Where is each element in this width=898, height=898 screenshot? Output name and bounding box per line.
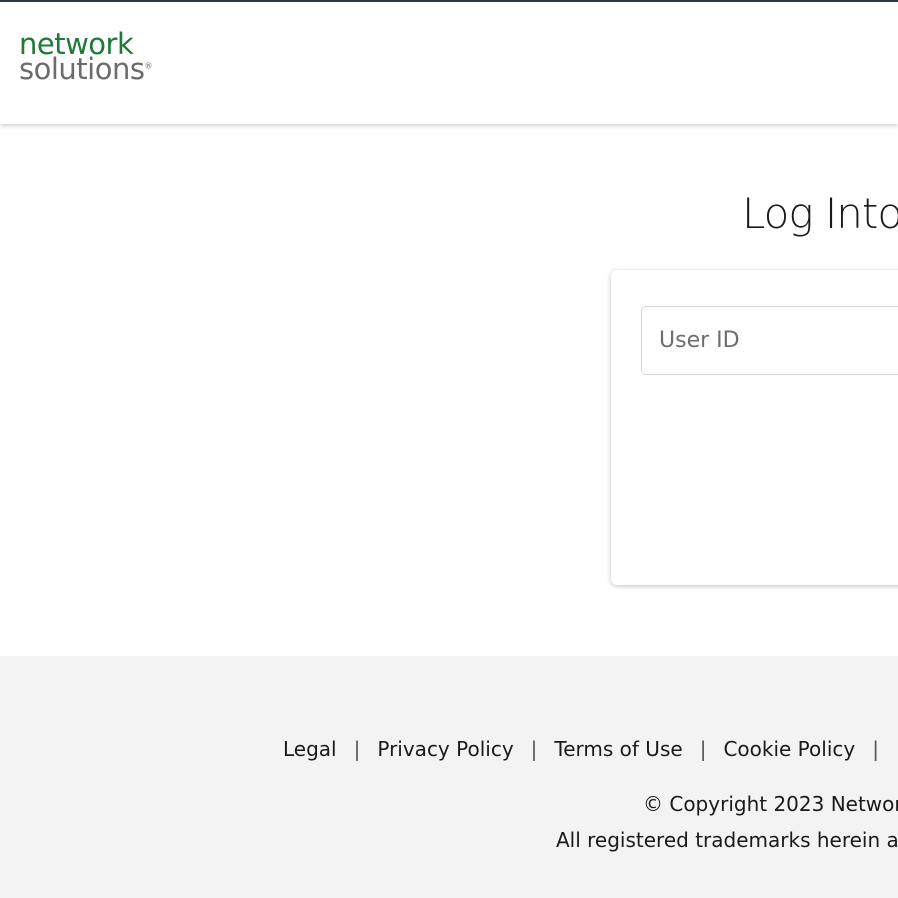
page-title: Log Into Y	[742, 189, 898, 238]
site-footer: Legal | Privacy Policy | Terms of Use | Cookie…	[0, 656, 898, 898]
footer-separator: |	[872, 737, 879, 761]
footer-link-cookie-policy[interactable]: Cookie Policy	[723, 737, 855, 761]
user-id-input[interactable]	[641, 306, 898, 375]
footer-link-legal[interactable]: Legal	[283, 737, 337, 761]
trademarks-text: All registered trademarks herein a	[556, 828, 898, 852]
main-content: Log Into Y	[0, 124, 898, 656]
registered-mark: ®	[144, 61, 152, 71]
footer-link-privacy-policy[interactable]: Privacy Policy	[377, 737, 513, 761]
footer-link-terms-of-use[interactable]: Terms of Use	[554, 737, 682, 761]
logo-text-solutions-word: solutions	[19, 52, 145, 86]
site-header: network solutions®	[0, 2, 898, 124]
logo-text-solutions: solutions®	[19, 55, 152, 84]
network-solutions-logo[interactable]: network solutions®	[19, 30, 152, 84]
login-card	[611, 270, 898, 585]
footer-separator: |	[530, 737, 538, 761]
copyright-text: © Copyright 2023 Networl	[643, 792, 898, 816]
footer-separator: |	[699, 737, 707, 761]
footer-links: Legal | Privacy Policy | Terms of Use | Cookie…	[283, 737, 896, 761]
footer-separator: |	[353, 737, 361, 761]
